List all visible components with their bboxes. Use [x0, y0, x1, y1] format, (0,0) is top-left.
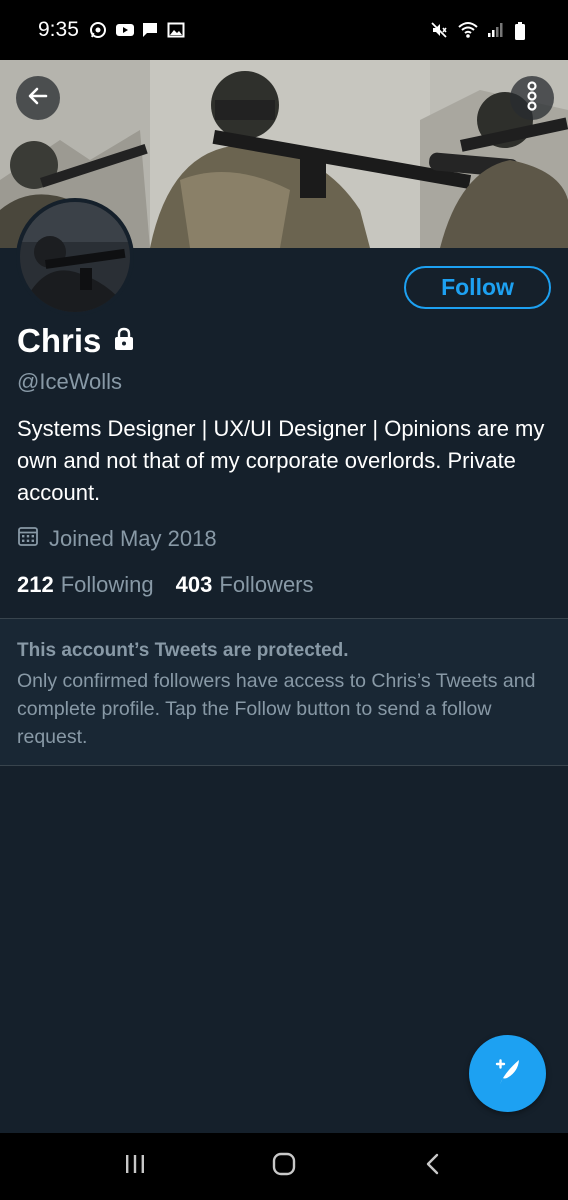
- system-back-button[interactable]: [403, 1137, 463, 1197]
- following-count: 212: [17, 572, 54, 597]
- followers-label: Followers: [219, 572, 314, 597]
- system-nav-bar: [0, 1133, 568, 1200]
- following-stat[interactable]: 212 Following: [17, 572, 154, 598]
- protected-title: This account’s Tweets are protected.: [17, 640, 349, 661]
- recent-apps-icon: [123, 1153, 147, 1180]
- message-icon: [141, 21, 159, 39]
- following-label: Following: [60, 572, 154, 597]
- divider: [0, 765, 568, 766]
- joined-text: Joined May 2018: [49, 526, 217, 551]
- mute-icon: [430, 21, 448, 39]
- compose-tweet-icon: [491, 1054, 525, 1093]
- wifi-icon: [458, 21, 478, 39]
- home-icon: [271, 1151, 297, 1182]
- lock-icon: [113, 327, 135, 356]
- protected-text: Only confirmed followers have access to …: [17, 670, 536, 748]
- follow-stats: 212 Following 403 Followers: [17, 572, 314, 598]
- joined-date: Joined May 2018: [17, 525, 217, 553]
- status-bar: 9:35: [0, 0, 568, 60]
- home-button[interactable]: [254, 1137, 314, 1197]
- profile-name-row: Chris: [17, 322, 135, 360]
- status-time: 9:35: [38, 18, 79, 41]
- battery-icon: [514, 21, 532, 40]
- whatsapp-icon: [89, 21, 107, 39]
- profile-bio: Systems Designer | UX/UI Designer | Opin…: [17, 416, 545, 505]
- avatar-image: [20, 202, 130, 312]
- calendar-icon: [17, 525, 39, 553]
- back-button[interactable]: [16, 76, 60, 120]
- followers-stat[interactable]: 403 Followers: [176, 572, 314, 598]
- recent-apps-button[interactable]: [105, 1137, 165, 1197]
- back-icon: [423, 1152, 443, 1181]
- profile-handle: @IceWolls: [17, 369, 123, 394]
- gallery-icon: [167, 21, 185, 39]
- signal-icon: [486, 21, 504, 39]
- compose-tweet-button[interactable]: [469, 1035, 546, 1112]
- follow-button[interactable]: Follow: [404, 266, 551, 309]
- arrow-back-icon: [26, 84, 50, 113]
- more-vertical-icon: [520, 80, 544, 116]
- avatar[interactable]: [16, 198, 134, 316]
- protected-notice: This account’s Tweets are protected. Onl…: [0, 619, 568, 765]
- display-name: Chris: [17, 322, 102, 359]
- more-options-button[interactable]: [510, 76, 554, 120]
- youtube-icon: [115, 21, 134, 39]
- followers-count: 403: [175, 572, 213, 597]
